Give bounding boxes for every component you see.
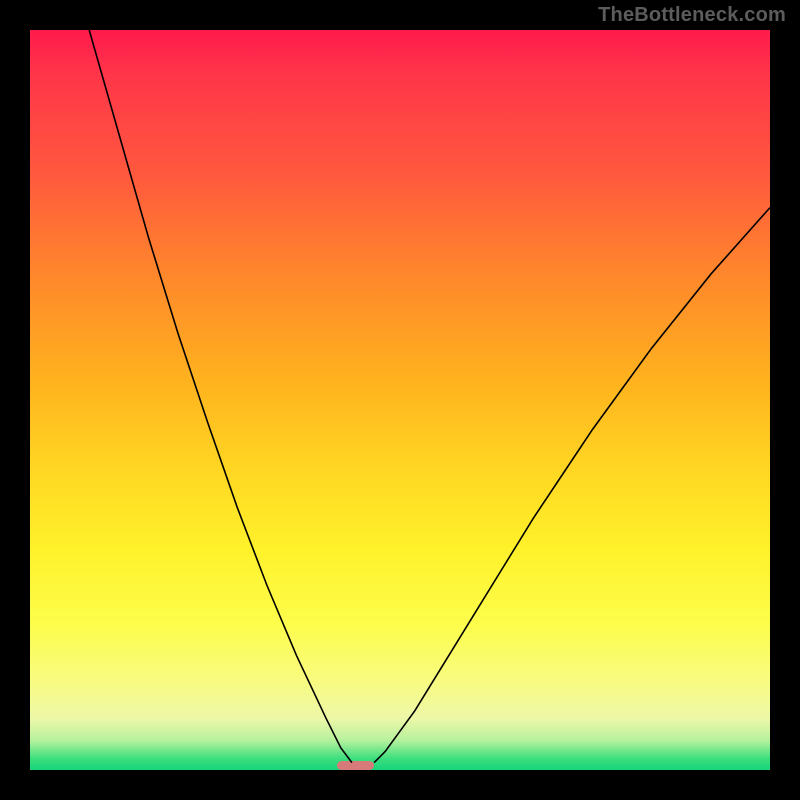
plot-area bbox=[30, 30, 770, 770]
minimum-marker bbox=[337, 761, 374, 770]
chart-frame: TheBottleneck.com bbox=[0, 0, 800, 800]
watermark-text: TheBottleneck.com bbox=[598, 4, 786, 27]
heat-gradient-background bbox=[30, 30, 770, 770]
